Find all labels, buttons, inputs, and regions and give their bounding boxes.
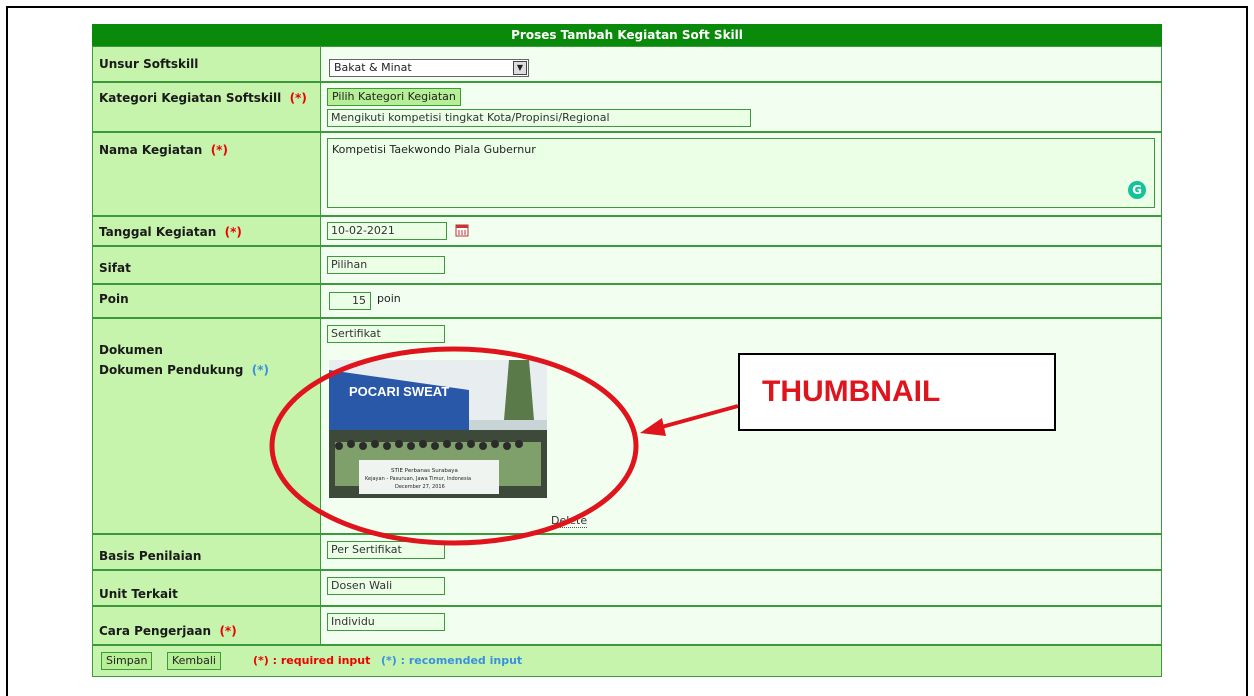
thumbnail-callout: THUMBNAIL xyxy=(738,353,1056,431)
callout-arrow xyxy=(657,404,739,430)
arrow-head-icon xyxy=(640,418,666,436)
annotation-overlay xyxy=(269,346,739,546)
highlight-ellipse xyxy=(269,346,639,546)
